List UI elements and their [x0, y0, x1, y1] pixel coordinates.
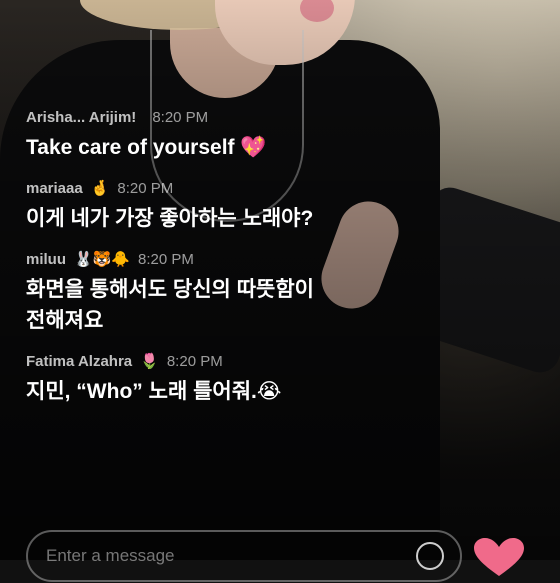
user-emoji: 🤞: [90, 180, 110, 197]
chat-message: Arisha... Arijim! 8:20 PM Take care of y…: [26, 106, 520, 163]
user-emoji: 🌷: [140, 353, 159, 370]
user-emoji: 🐰🐯🐥: [74, 251, 131, 268]
live-chat: Arisha... Arijim! 8:20 PM Take care of y…: [26, 106, 520, 421]
message-text: 이게 네가 가장 좋아하는 노래야?: [26, 207, 314, 230]
timestamp: 8:20 PM: [117, 179, 174, 197]
message-meta: Fatima Alzahra 🌷 8:20 PM: [26, 350, 520, 372]
heart-icon: [474, 538, 524, 576]
chat-message: Fatima Alzahra 🌷 8:20 PM 지민, “Who” 노래 틀어…: [26, 350, 520, 407]
message-meta: mariaaa 🤞 8:20 PM: [26, 177, 520, 199]
message-composer: [26, 530, 462, 582]
timestamp: 8:20 PM: [138, 250, 194, 268]
like-button[interactable]: [472, 538, 526, 578]
chat-message: miluu 🐰🐯🐥 8:20 PM 화면을 통해서도 당신의 따뜻함이 전해져요: [26, 248, 520, 336]
username[interactable]: Fatima Alzahra: [26, 353, 132, 370]
username[interactable]: mariaaa: [26, 180, 83, 197]
message-text: Take care of yourself 💖: [26, 136, 267, 159]
message-meta: miluu 🐰🐯🐥 8:20 PM: [26, 248, 520, 270]
refresh-send-icon[interactable]: [416, 542, 444, 570]
username[interactable]: miluu: [26, 251, 66, 268]
message-text: 지민, “Who” 노래 틀어줘.😭: [26, 380, 282, 403]
message-text: 화면을 통해서도 당신의 따뜻함이 전해져요: [26, 278, 314, 332]
username[interactable]: Arisha... Arijim!: [26, 109, 136, 126]
message-meta: Arisha... Arijim! 8:20 PM: [26, 106, 520, 128]
timestamp: 8:20 PM: [166, 352, 223, 370]
timestamp: 8:20 PM: [152, 108, 209, 126]
message-input[interactable]: [44, 545, 416, 567]
chat-message: mariaaa 🤞 8:20 PM 이게 네가 가장 좋아하는 노래야?: [26, 177, 520, 234]
